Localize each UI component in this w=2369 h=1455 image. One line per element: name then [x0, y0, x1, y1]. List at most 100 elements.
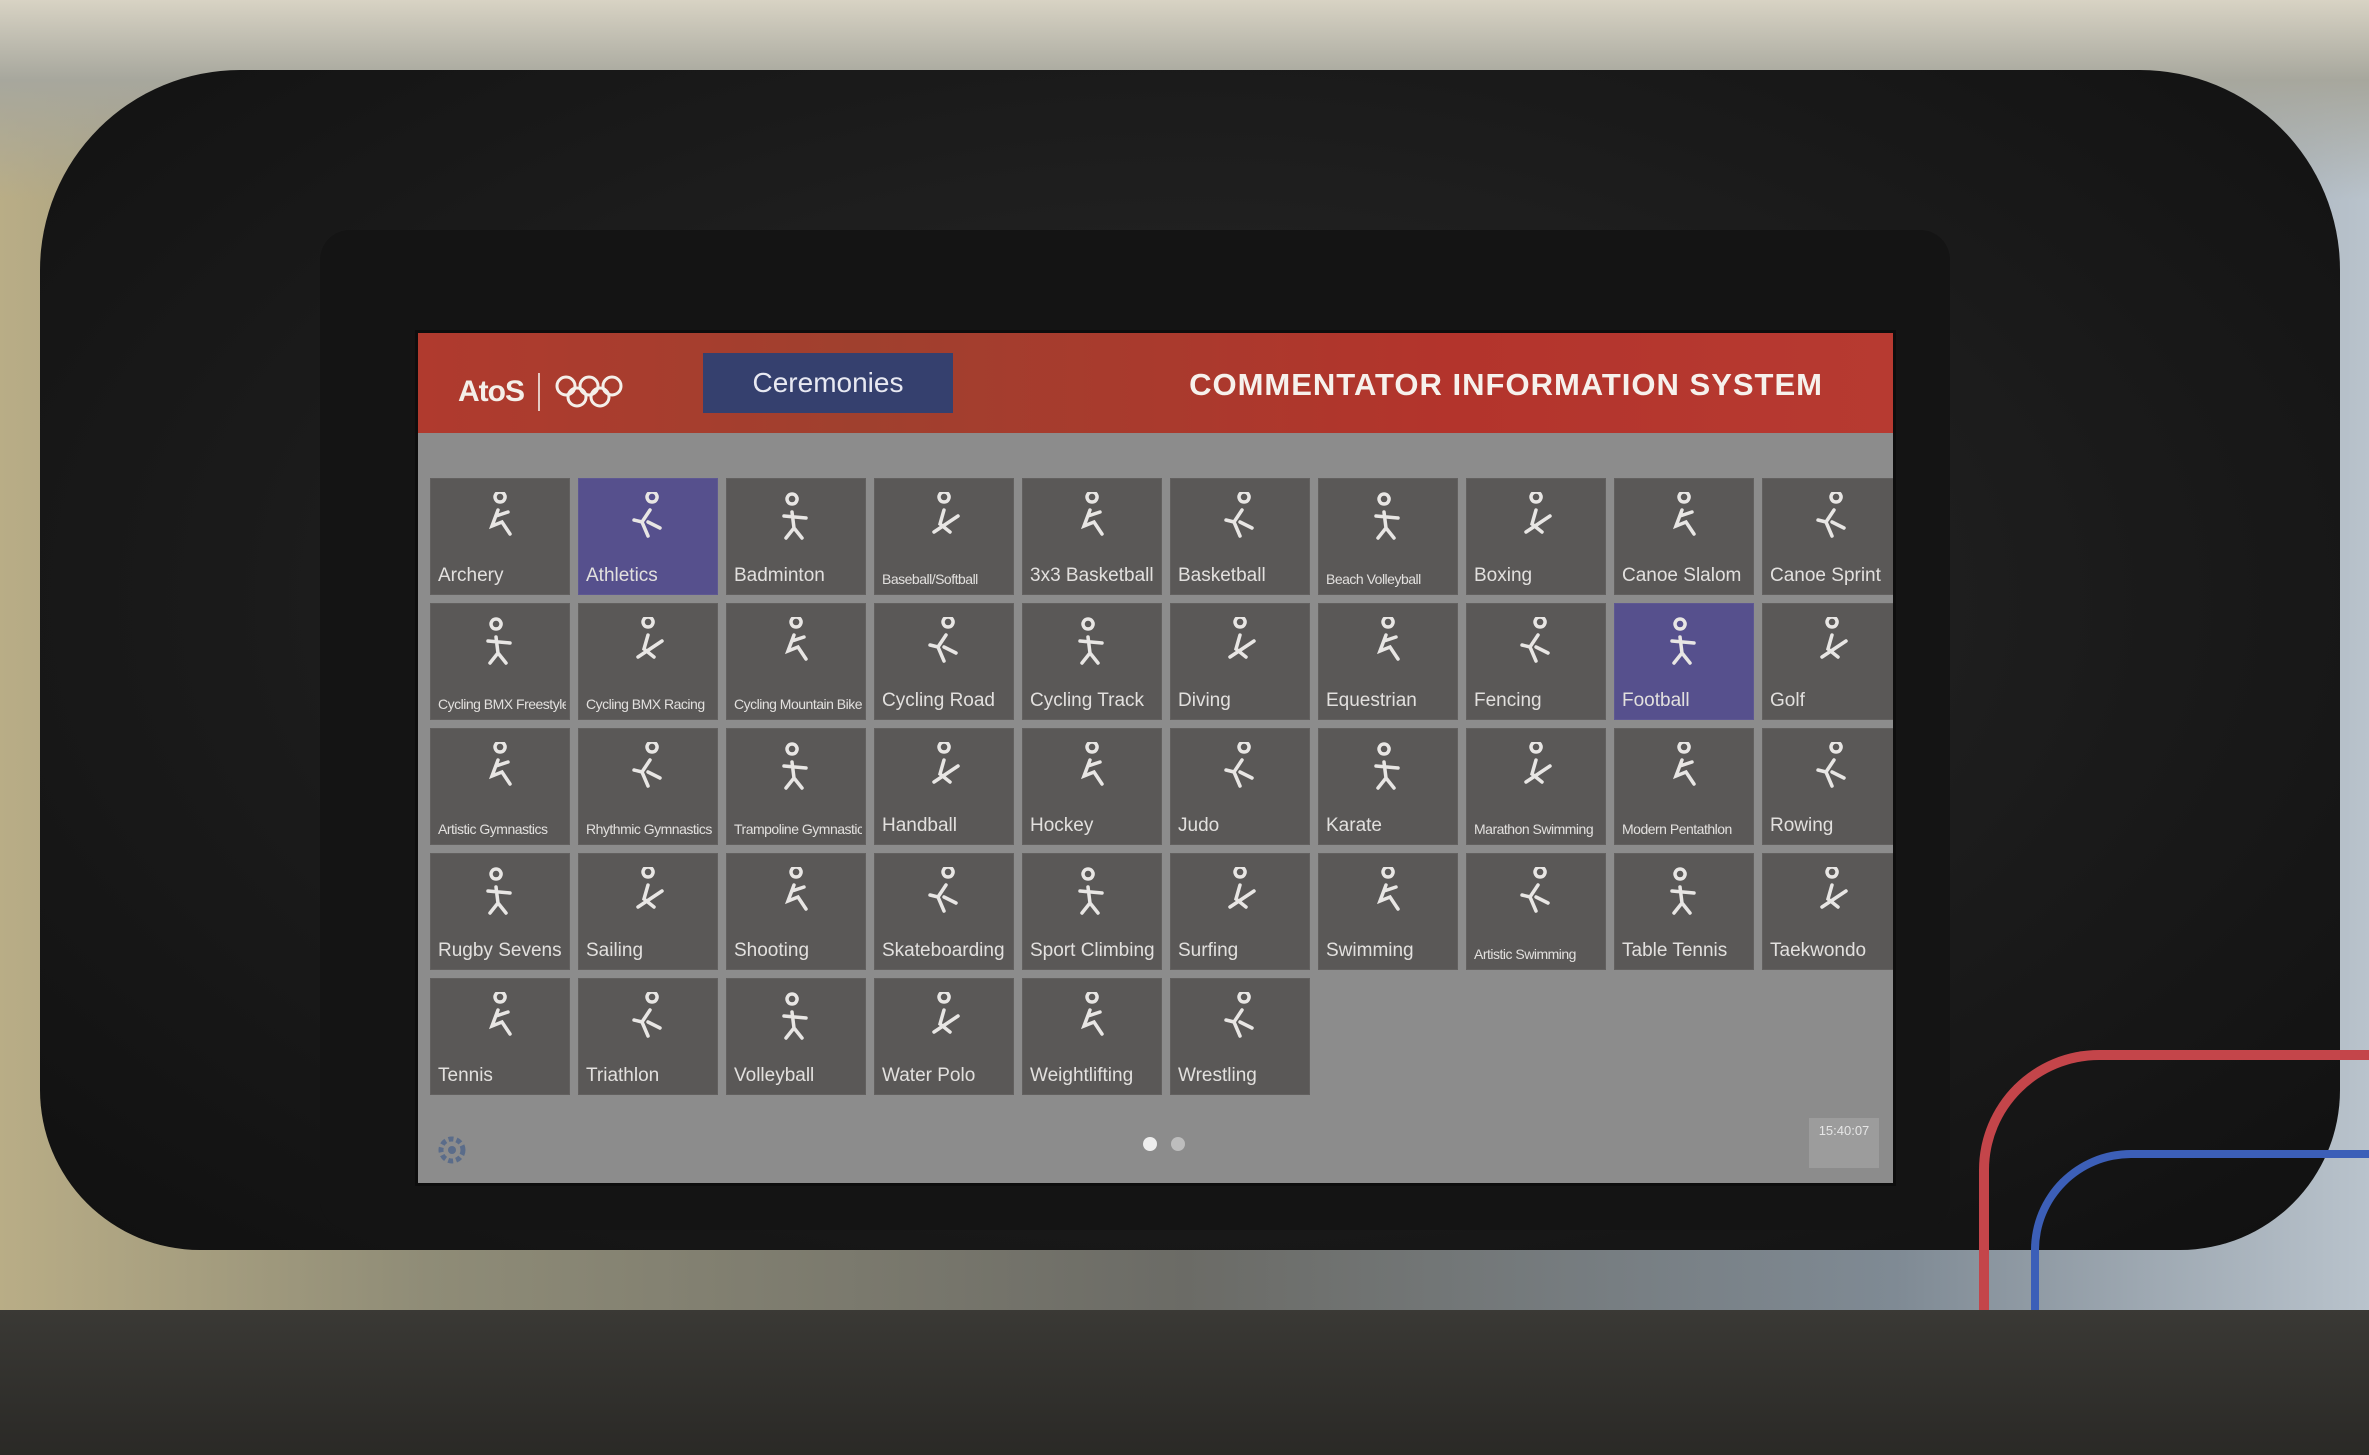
- sport-tile-label: Equestrian: [1326, 690, 1417, 711]
- sport-tile-basketball[interactable]: Basketball: [1170, 478, 1310, 595]
- water-polo-icon: [932, 992, 960, 1034]
- shooting-icon: [784, 867, 808, 911]
- sport-tile-shooting[interactable]: Shooting: [726, 853, 866, 970]
- desk: [0, 1310, 2369, 1455]
- sport-tile-label: Tennis: [438, 1065, 493, 1086]
- top-bar: AtoS Ceremonies COMMENTATOR INFORMATION …: [418, 333, 1893, 433]
- karate-icon: [1374, 742, 1400, 790]
- sport-tile-water-polo[interactable]: Water Polo: [874, 978, 1014, 1095]
- sport-tile-cycling-track[interactable]: Cycling Track: [1022, 603, 1162, 720]
- sport-tile-label: Basketball: [1178, 565, 1266, 586]
- rhythmic-gymnastics-icon: [632, 742, 662, 788]
- sport-tile-label: Judo: [1178, 815, 1220, 836]
- sport-tile-marathon-swimming[interactable]: Marathon Swimming: [1466, 728, 1606, 845]
- sport-tile-label: Swimming: [1326, 940, 1414, 961]
- sport-tile-handball[interactable]: Handball: [874, 728, 1014, 845]
- sport-tile-archery[interactable]: Archery: [430, 478, 570, 595]
- cycling-track-icon: [1078, 617, 1104, 665]
- sport-tile-karate[interactable]: Karate: [1318, 728, 1458, 845]
- football-icon: [1670, 617, 1696, 665]
- archery-icon: [488, 492, 512, 536]
- sport-tile-fencing[interactable]: Fencing: [1466, 603, 1606, 720]
- sport-tile-artistic-gymnastics[interactable]: Artistic Gymnastics: [430, 728, 570, 845]
- sport-tile-label: Taekwondo: [1770, 940, 1867, 961]
- sport-tile-judo[interactable]: Judo: [1170, 728, 1310, 845]
- sport-tile-baseball-softball[interactable]: Baseball/Softball: [874, 478, 1014, 595]
- page-title: COMMENTATOR INFORMATION SYSTEM: [1189, 367, 1823, 402]
- sport-tile-hockey[interactable]: Hockey: [1022, 728, 1162, 845]
- sport-tile-cycling-road[interactable]: Cycling Road: [874, 603, 1014, 720]
- sport-tile-label: Sailing: [586, 940, 644, 961]
- sport-tile-label: Skateboarding: [882, 940, 1005, 961]
- wrestling-icon: [1224, 992, 1254, 1038]
- sport-tile-artistic-swimming[interactable]: Artistic Swimming: [1466, 853, 1606, 970]
- sport-tile-boxing[interactable]: Boxing: [1466, 478, 1606, 595]
- sport-tile-label: Golf: [1770, 690, 1805, 711]
- settings-button[interactable]: [430, 1128, 474, 1172]
- sport-tile-label: Cycling Track: [1030, 690, 1145, 711]
- tab-ceremonies[interactable]: Ceremonies: [703, 353, 953, 413]
- sport-tile-label: Rugby Sevens: [438, 940, 562, 961]
- sport-tile-canoe-sprint[interactable]: Canoe Sprint: [1762, 478, 1893, 595]
- sport-tile-beach-volleyball[interactable]: Beach Volleyball: [1318, 478, 1458, 595]
- atos-logo-text: AtoS: [458, 375, 525, 408]
- sport-tile-label: Modern Pentathlon: [1622, 821, 1732, 837]
- page-dot-1[interactable]: [1143, 1137, 1157, 1151]
- marathon-swimming-icon: [1524, 742, 1552, 784]
- sport-tile-label: Water Polo: [882, 1065, 976, 1086]
- sport-tile-table-tennis[interactable]: Table Tennis: [1614, 853, 1754, 970]
- baseball-icon: [932, 492, 960, 534]
- sport-tile-tennis[interactable]: Tennis: [430, 978, 570, 1095]
- sport-tile-trampoline-gymnastics[interactable]: Trampoline Gymnastics: [726, 728, 866, 845]
- sport-tile-3x3-basketball[interactable]: 3x3 Basketball: [1022, 478, 1162, 595]
- sport-tile-badminton[interactable]: Badminton: [726, 478, 866, 595]
- sport-tile-rhythmic-gymnastics[interactable]: Rhythmic Gymnastics: [578, 728, 718, 845]
- sport-tile-weightlifting[interactable]: Weightlifting: [1022, 978, 1162, 1095]
- sport-tile-cycling-bmx-freestyle[interactable]: Cycling BMX Freestyle: [430, 603, 570, 720]
- bmx-racing-icon: [636, 617, 664, 659]
- golf-icon: [1820, 617, 1848, 659]
- sport-tile-label: Handball: [882, 815, 957, 836]
- gear-icon: [438, 1136, 466, 1164]
- logo: AtoS: [458, 373, 624, 411]
- judo-icon: [1224, 742, 1254, 788]
- sport-tile-sport-climbing[interactable]: Sport Climbing: [1022, 853, 1162, 970]
- page-dot-2[interactable]: [1171, 1137, 1185, 1151]
- basketball-3x3-icon: [1080, 492, 1104, 536]
- beach-volleyball-icon: [1374, 492, 1400, 540]
- sport-tile-label: Fencing: [1474, 690, 1542, 711]
- sport-tile-label: Diving: [1178, 690, 1231, 711]
- sport-tile-sailing[interactable]: Sailing: [578, 853, 718, 970]
- modern-pentathlon-icon: [1672, 742, 1696, 786]
- sport-tile-taekwondo[interactable]: Taekwondo: [1762, 853, 1893, 970]
- sport-tile-volleyball[interactable]: Volleyball: [726, 978, 866, 1095]
- sport-tile-diving[interactable]: Diving: [1170, 603, 1310, 720]
- sport-tile-triathlon[interactable]: Triathlon: [578, 978, 718, 1095]
- swimming-icon: [1376, 867, 1400, 911]
- athletics-icon: [632, 492, 662, 538]
- sport-tile-label: Weightlifting: [1030, 1065, 1134, 1086]
- sport-tile-golf[interactable]: Golf: [1762, 603, 1893, 720]
- sport-tile-athletics[interactable]: Athletics: [578, 478, 718, 595]
- sport-tile-cycling-mountain-bike[interactable]: Cycling Mountain Bike: [726, 603, 866, 720]
- triathlon-icon: [632, 992, 662, 1038]
- sport-tile-label: Cycling Road: [882, 690, 995, 711]
- basketball-icon: [1224, 492, 1254, 538]
- volleyball-icon: [782, 992, 808, 1040]
- equestrian-icon: [1376, 617, 1400, 661]
- sport-tile-football[interactable]: Football: [1614, 603, 1754, 720]
- sports-grid: Archery Athletics Badminton Baseball/Softba…: [430, 478, 1893, 1095]
- sport-tile-skateboarding[interactable]: Skateboarding: [874, 853, 1014, 970]
- sport-tile-wrestling[interactable]: Wrestling: [1170, 978, 1310, 1095]
- sport-tile-rugby-sevens[interactable]: Rugby Sevens: [430, 853, 570, 970]
- app-screen: AtoS Ceremonies COMMENTATOR INFORMATION …: [415, 330, 1896, 1186]
- sport-tile-swimming[interactable]: Swimming: [1318, 853, 1458, 970]
- sport-tile-label: Football: [1622, 690, 1690, 711]
- sport-tile-cycling-bmx-racing[interactable]: Cycling BMX Racing: [578, 603, 718, 720]
- sport-tile-equestrian[interactable]: Equestrian: [1318, 603, 1458, 720]
- sport-tile-surfing[interactable]: Surfing: [1170, 853, 1310, 970]
- artistic-swimming-icon: [1520, 867, 1550, 913]
- sport-tile-canoe-slalom[interactable]: Canoe Slalom: [1614, 478, 1754, 595]
- sport-tile-rowing[interactable]: Rowing: [1762, 728, 1893, 845]
- sport-tile-modern-pentathlon[interactable]: Modern Pentathlon: [1614, 728, 1754, 845]
